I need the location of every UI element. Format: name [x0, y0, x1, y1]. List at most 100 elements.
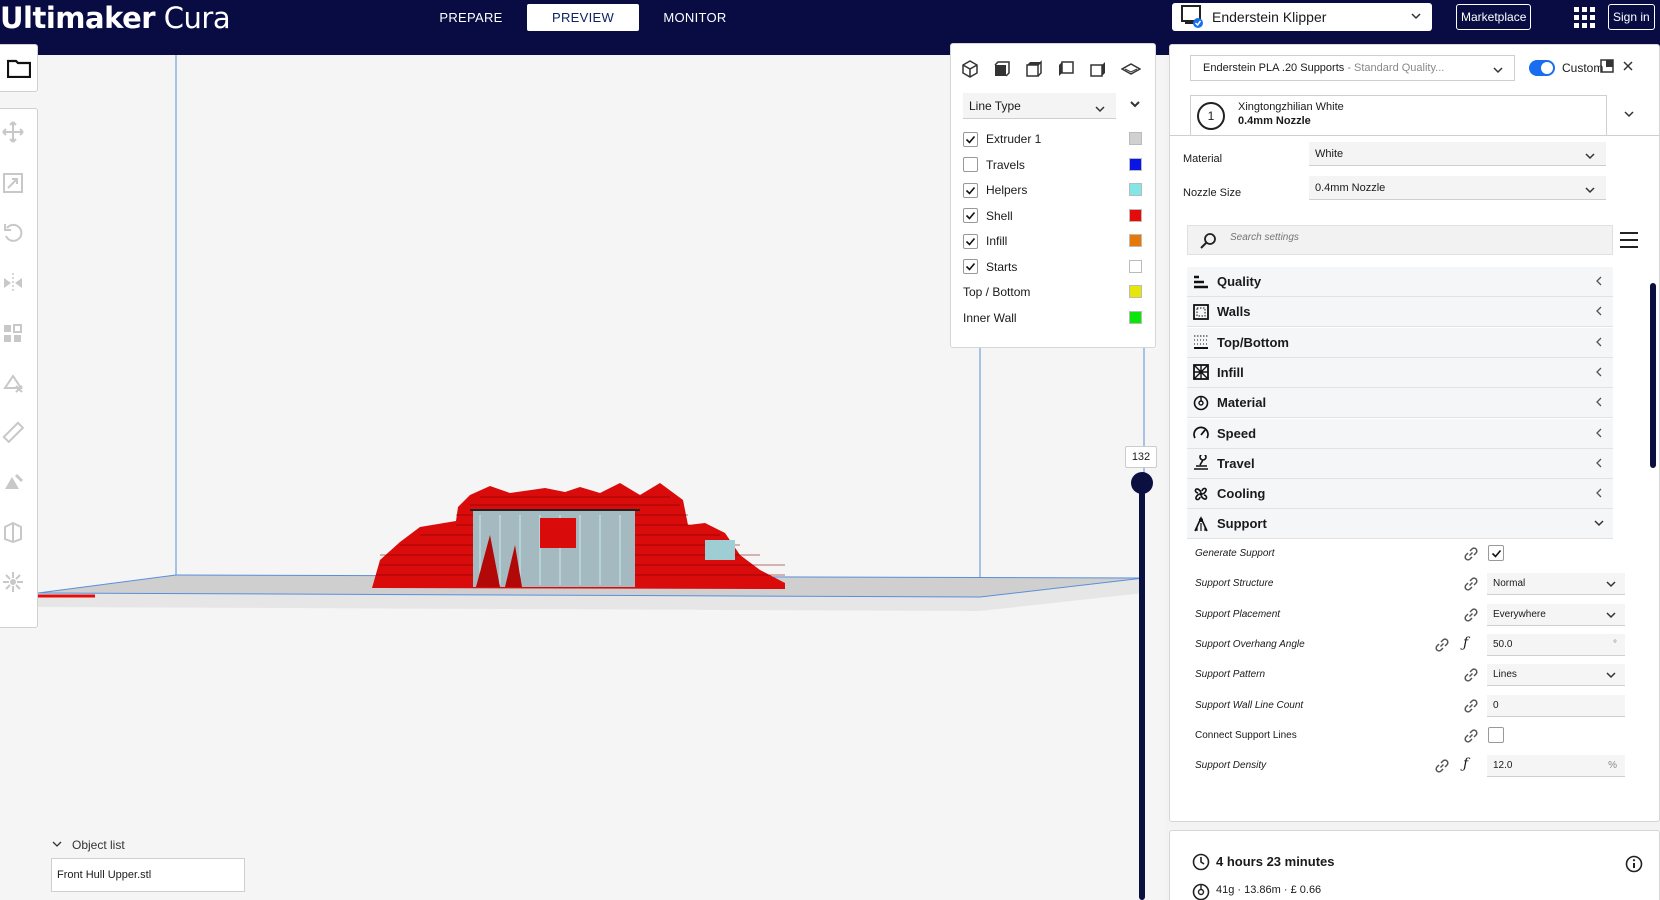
chevron-down-icon[interactable]: [1623, 107, 1635, 125]
3d-view-icon[interactable]: [961, 60, 981, 80]
legend-checkbox[interactable]: [963, 131, 978, 147]
setting-support-wall-line-count: Support Wall Line Count 0: [1187, 691, 1625, 721]
legend-item-helpers[interactable]: Helpers: [963, 179, 1147, 201]
layer-view-icon[interactable]: [1120, 60, 1142, 80]
legend-label: Extruder 1: [986, 132, 1042, 146]
left-view-icon[interactable]: [1057, 60, 1077, 80]
category-speed[interactable]: Speed: [1187, 418, 1613, 449]
setting-select[interactable]: Everywhere: [1487, 603, 1625, 626]
link-icon[interactable]: [1463, 728, 1479, 744]
tab-prepare[interactable]: PREPARE: [415, 4, 527, 31]
setting-support-placement: Support Placement Everywhere: [1187, 600, 1625, 630]
category-label: Cooling: [1217, 486, 1266, 502]
setting-input[interactable]: 50.0 °: [1487, 633, 1625, 656]
arrange-icon[interactable]: [2, 571, 28, 597]
category-quality[interactable]: Quality: [1187, 267, 1613, 297]
link-icon[interactable]: [1463, 667, 1479, 683]
front-view-icon[interactable]: [993, 60, 1013, 80]
settings-scrollbar[interactable]: [1650, 283, 1656, 468]
legend-checkbox[interactable]: [963, 182, 978, 198]
custom-mode-toggle[interactable]: [1529, 60, 1555, 76]
collapse-panel-chevron-icon[interactable]: [1129, 97, 1141, 115]
chevron-down-icon: [52, 838, 62, 852]
folder-icon: [6, 59, 31, 78]
legend-color-swatch: [1129, 183, 1142, 196]
setting-select[interactable]: Lines: [1487, 664, 1625, 687]
legend-label: Travels: [986, 157, 1025, 172]
link-icon[interactable]: [1434, 637, 1450, 653]
extruder-tab-1[interactable]: 1 Xingtongzhilian White 0.4mm Nozzle: [1190, 95, 1607, 135]
legend-item-shell[interactable]: Shell: [963, 205, 1147, 227]
layer-number[interactable]: 132: [1125, 446, 1157, 468]
color-scheme-select[interactable]: Line Type: [963, 93, 1116, 119]
cooling-icon: [1193, 486, 1209, 502]
rotate-icon[interactable]: [2, 222, 28, 248]
setting-generate-support: Generate Support: [1187, 539, 1613, 569]
category-label: Top/Bottom: [1217, 334, 1289, 350]
open-window-icon[interactable]: [1600, 59, 1616, 75]
open-file-button[interactable]: [0, 44, 38, 92]
tab-preview[interactable]: PREVIEW: [527, 4, 639, 31]
paint-support-icon[interactable]: [2, 471, 28, 497]
legend-checkbox[interactable]: [963, 259, 978, 274]
category-cooling[interactable]: Cooling: [1187, 479, 1613, 510]
support-icon: [1193, 515, 1209, 532]
link-icon[interactable]: [1463, 698, 1479, 714]
mirror-icon[interactable]: [2, 272, 28, 298]
link-icon[interactable]: [1463, 607, 1479, 623]
layer-slider-handle[interactable]: [1131, 472, 1153, 494]
legend-item-travels[interactable]: Travels: [963, 154, 1147, 176]
profile-selector[interactable]: Enderstein PLA .20 Supports - Standard Q…: [1190, 55, 1515, 81]
chevron-down-icon: [1605, 668, 1617, 690]
layer-slider-track[interactable]: [1139, 480, 1145, 900]
nozzle-size-select[interactable]: 0.4mm Nozzle: [1309, 176, 1606, 200]
chevron-left-icon: [1593, 305, 1605, 320]
tab-monitor[interactable]: MONITOR: [639, 4, 751, 31]
settings-menu-icon[interactable]: [1619, 231, 1639, 254]
marketplace-button[interactable]: Marketplace: [1456, 4, 1532, 30]
search-input[interactable]: [1230, 232, 1590, 243]
object-list-item[interactable]: Front Hull Upper.stl: [51, 858, 245, 892]
setting-support-pattern: Support Pattern Lines: [1187, 660, 1625, 690]
sign-in-button[interactable]: Sign in: [1608, 4, 1655, 30]
chevron-left-icon: [1593, 396, 1605, 411]
setting-input[interactable]: 0: [1487, 694, 1625, 717]
info-icon[interactable]: [1625, 855, 1643, 873]
legend-item-extruder-1[interactable]: Extruder 1: [963, 128, 1147, 150]
cut-tool-icon[interactable]: [2, 521, 28, 547]
printer-selector[interactable]: Enderstein Klipper: [1172, 3, 1432, 31]
move-icon[interactable]: [2, 121, 28, 147]
legend-checkbox[interactable]: [963, 157, 978, 172]
per-model-settings-icon[interactable]: [2, 323, 28, 349]
legend-item-starts[interactable]: Starts: [963, 256, 1147, 278]
setting-checkbox[interactable]: [1488, 545, 1504, 561]
setting-select[interactable]: Normal: [1487, 573, 1625, 596]
link-icon[interactable]: [1434, 758, 1450, 774]
material-select[interactable]: White: [1309, 142, 1606, 166]
top-view-icon[interactable]: [1025, 60, 1045, 80]
function-icon[interactable]: ƒ: [1463, 756, 1468, 772]
link-icon[interactable]: [1463, 546, 1479, 562]
legend-checkbox[interactable]: [963, 233, 978, 249]
support-blocker-icon[interactable]: [2, 372, 28, 398]
legend-checkbox[interactable]: [963, 208, 978, 223]
setting-input[interactable]: 12.0%: [1487, 755, 1625, 778]
category-travel[interactable]: Travel: [1187, 448, 1613, 479]
object-list-toggle[interactable]: Object list: [52, 838, 125, 852]
tool-sidebar: [0, 108, 38, 628]
category-infill[interactable]: Infill: [1187, 357, 1613, 388]
category-support[interactable]: Support: [1187, 509, 1613, 540]
category-walls[interactable]: Walls: [1187, 297, 1613, 328]
right-view-icon[interactable]: [1089, 60, 1109, 80]
setting-checkbox[interactable]: [1488, 726, 1504, 743]
apps-grid-icon[interactable]: [1572, 5, 1596, 29]
close-icon[interactable]: [1622, 59, 1638, 75]
link-icon[interactable]: [1463, 576, 1479, 592]
scale-icon[interactable]: [2, 172, 28, 198]
category-material[interactable]: Material: [1187, 388, 1613, 419]
function-icon[interactable]: ƒ: [1463, 635, 1468, 651]
view-panel: Line Type Extruder 1 Travels Helpers Shell I…: [950, 43, 1156, 348]
measure-icon[interactable]: [2, 421, 28, 447]
legend-item-infill[interactable]: Infill: [963, 230, 1147, 252]
category-top-bottom[interactable]: Top/Bottom: [1187, 327, 1613, 358]
